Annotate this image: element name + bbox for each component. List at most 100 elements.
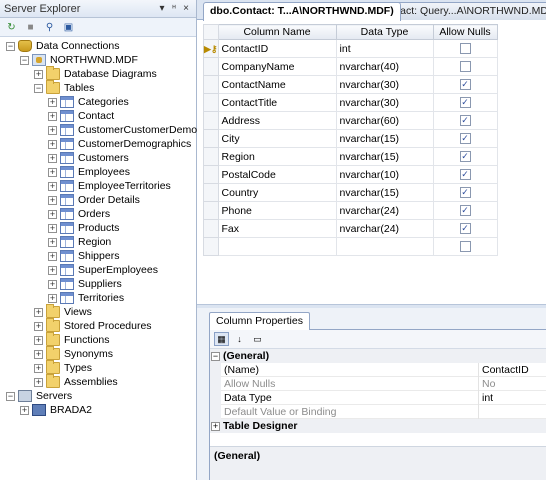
cell-data-type[interactable]: nvarchar(15) xyxy=(335,147,434,166)
allow-nulls-checkbox[interactable]: ✓ xyxy=(459,187,471,199)
expand-icon[interactable]: + xyxy=(48,139,57,149)
tab-contact-table-designer[interactable]: dbo.Contact: T...A\NORTHWND.MDF) xyxy=(203,2,401,21)
expand-icon[interactable]: + xyxy=(48,181,57,191)
header-data-type[interactable]: Data Type xyxy=(335,24,434,40)
row-selector[interactable] xyxy=(203,237,219,256)
table-row[interactable]: Fax nvarchar(24) ✓ xyxy=(203,219,498,238)
allow-nulls-checkbox[interactable]: ✓ xyxy=(459,223,471,235)
table-row[interactable]: CompanyName nvarchar(40) xyxy=(203,57,498,76)
header-allow-nulls[interactable]: Allow Nulls xyxy=(432,24,498,40)
cell-column-name[interactable]: Region xyxy=(217,147,337,166)
connect-server-icon[interactable]: ▣ xyxy=(61,20,76,35)
collapse-icon[interactable]: − xyxy=(211,351,220,361)
tree-node-northwnd-mdf[interactable]: − NORTHWND.MDF xyxy=(0,53,196,67)
property-row-default-value-or-binding[interactable]: Default Value or Binding xyxy=(210,404,546,419)
row-selector[interactable]: ▶⚷ xyxy=(203,39,219,58)
cell-data-type[interactable]: nvarchar(60) xyxy=(335,111,434,130)
allow-nulls-checkbox[interactable] xyxy=(459,241,471,253)
close-icon[interactable]: × xyxy=(180,3,192,14)
category-table-designer[interactable]: + Table Designer xyxy=(210,419,546,433)
property-value[interactable]: int xyxy=(479,391,546,405)
row-selector[interactable] xyxy=(203,129,219,148)
tree-node-customercustomerdemo[interactable]: + CustomerCustomerDemo xyxy=(0,123,197,137)
allow-nulls-checkbox[interactable]: ✓ xyxy=(459,169,471,181)
tree-node-customers[interactable]: + Customers xyxy=(0,151,196,165)
row-selector[interactable] xyxy=(203,201,219,220)
expand-icon[interactable]: + xyxy=(48,167,57,177)
row-selector[interactable] xyxy=(203,183,219,202)
table-row[interactable]: ContactTitle nvarchar(30) ✓ xyxy=(203,93,498,112)
property-row-allow-nulls[interactable]: Allow Nulls No xyxy=(210,376,546,391)
cell-data-type[interactable] xyxy=(335,237,434,256)
table-row[interactable]: ▶⚷ ContactID int xyxy=(203,39,498,58)
tree-node-shippers[interactable]: + Shippers xyxy=(0,249,196,263)
header-column-name[interactable]: Column Name xyxy=(217,24,337,40)
expand-icon[interactable]: + xyxy=(48,153,57,163)
allow-nulls-checkbox[interactable]: ✓ xyxy=(459,151,471,163)
cell-column-name[interactable]: Address xyxy=(217,111,337,130)
cell-data-type[interactable]: int xyxy=(335,39,434,58)
allow-nulls-checkbox[interactable] xyxy=(459,61,471,73)
cell-column-name[interactable]: ContactName xyxy=(217,75,337,94)
stop-refresh-icon[interactable]: ■ xyxy=(23,20,38,35)
expand-icon[interactable]: + xyxy=(48,195,57,205)
property-row-data-type[interactable]: Data Type int xyxy=(210,390,546,405)
window-position-icon[interactable]: ▾ xyxy=(156,3,168,14)
cell-column-name[interactable]: Country xyxy=(217,183,337,202)
cell-column-name[interactable]: CompanyName xyxy=(217,57,337,76)
allow-nulls-checkbox[interactable]: ✓ xyxy=(459,205,471,217)
tree-node-contact[interactable]: + Contact xyxy=(0,109,196,123)
auto-hide-pin-icon[interactable]: ᵸ xyxy=(168,3,180,14)
tree-node-region[interactable]: + Region xyxy=(0,235,196,249)
property-value[interactable]: No xyxy=(479,377,546,391)
row-selector[interactable] xyxy=(203,75,219,94)
tree-node-views[interactable]: + Views xyxy=(0,304,196,319)
cell-column-name[interactable]: Fax xyxy=(217,219,337,238)
expand-icon[interactable]: + xyxy=(34,363,43,373)
tree-node-stored-procedures[interactable]: + Stored Procedures xyxy=(0,318,196,333)
tree-node-brada2[interactable]: + BRADA2 xyxy=(0,403,196,417)
table-row[interactable]: Country nvarchar(15) ✓ xyxy=(203,183,498,202)
row-selector[interactable] xyxy=(203,147,219,166)
property-row-name[interactable]: (Name) ContactID xyxy=(210,362,546,377)
table-row[interactable]: PostalCode nvarchar(10) ✓ xyxy=(203,165,498,184)
allow-nulls-checkbox[interactable]: ✓ xyxy=(459,133,471,145)
cell-data-type[interactable]: nvarchar(24) xyxy=(335,201,434,220)
table-row[interactable]: Address nvarchar(60) ✓ xyxy=(203,111,498,130)
refresh-icon[interactable]: ↻ xyxy=(4,20,19,35)
tree-node-orders[interactable]: + Orders xyxy=(0,207,196,221)
expand-icon[interactable]: + xyxy=(34,349,43,359)
tree-node-types[interactable]: + Types xyxy=(0,360,196,375)
expand-icon[interactable]: + xyxy=(48,293,57,303)
allow-nulls-checkbox[interactable]: ✓ xyxy=(459,79,471,91)
allow-nulls-checkbox[interactable]: ✓ xyxy=(459,115,471,127)
tree-node-order-details[interactable]: + Order Details xyxy=(0,193,196,207)
cell-column-name[interactable]: Phone xyxy=(217,201,337,220)
alphabetical-icon[interactable]: ↓ xyxy=(232,332,247,346)
row-selector[interactable] xyxy=(203,219,219,238)
tree-node-superemployees[interactable]: + SuperEmployees xyxy=(0,263,196,277)
tree-node-employees[interactable]: + Employees xyxy=(0,165,196,179)
table-row[interactable]: City nvarchar(15) ✓ xyxy=(203,129,498,148)
tree-node-database-diagrams[interactable]: + Database Diagrams xyxy=(0,66,196,81)
category-general[interactable]: − (General) xyxy=(210,349,546,363)
expand-icon[interactable]: + xyxy=(34,335,43,345)
expand-icon[interactable]: + xyxy=(34,307,43,317)
cell-data-type[interactable]: nvarchar(15) xyxy=(335,183,434,202)
expand-icon[interactable]: + xyxy=(48,237,57,247)
expand-icon[interactable]: + xyxy=(211,421,220,431)
cell-data-type[interactable]: nvarchar(30) xyxy=(335,75,434,94)
cell-data-type[interactable]: nvarchar(15) xyxy=(335,129,434,148)
expand-icon[interactable]: + xyxy=(34,377,43,387)
tree-node-territories[interactable]: + Territories xyxy=(0,291,196,305)
expand-icon[interactable]: + xyxy=(34,321,43,331)
collapse-icon[interactable]: − xyxy=(20,55,29,65)
row-selector[interactable] xyxy=(203,111,219,130)
tree-node-suppliers[interactable]: + Suppliers xyxy=(0,277,196,291)
expand-icon[interactable]: + xyxy=(48,111,57,121)
expand-icon[interactable]: + xyxy=(48,125,57,135)
table-row[interactable]: Phone nvarchar(24) ✓ xyxy=(203,201,498,220)
collapse-icon[interactable]: − xyxy=(6,41,15,51)
allow-nulls-checkbox[interactable]: ✓ xyxy=(459,97,471,109)
cell-column-name[interactable] xyxy=(217,237,337,256)
